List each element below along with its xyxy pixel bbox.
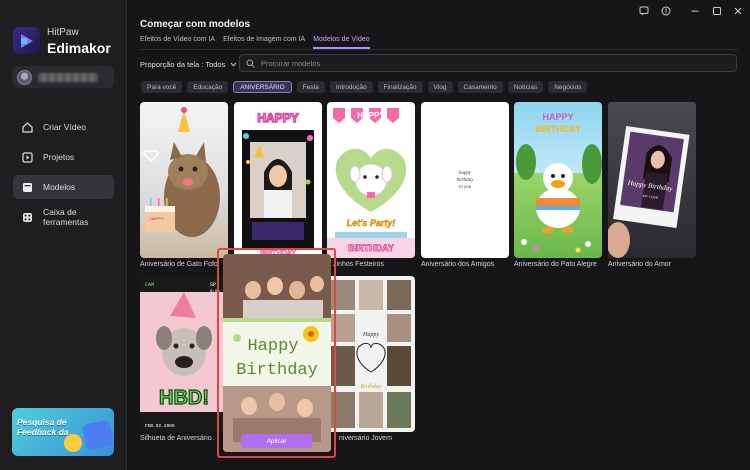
tab-ai-video-effects[interactable]: Efeitos de Vídeo com IA — [140, 36, 215, 49]
toolbox-icon — [22, 212, 33, 223]
template-card-silhouette[interactable]: CAM SP 0:00 HBD! FEB.02.2008 — [140, 276, 228, 432]
tab-ai-image-effects[interactable]: Efeitos de Imagem com IA — [223, 36, 305, 49]
chip-vlog[interactable]: Vlog — [427, 81, 453, 93]
sidebar-item-label: Modelos — [43, 182, 76, 192]
card-top-text: HAPPY — [542, 112, 573, 122]
card-top-text: HAPPY — [357, 111, 385, 120]
card-script-2: Birthday — [361, 384, 382, 390]
sidebar-item-templates[interactable]: Modelos — [13, 175, 114, 199]
card-script-3: to you — [459, 185, 472, 190]
avatar — [17, 69, 32, 85]
card-date: FEB.02.2008 — [145, 423, 175, 429]
template-caption: Aniversário do Amor — [608, 261, 672, 268]
category-chips: Para você Educação ANIVERSÁRIO Festa Int… — [141, 81, 592, 93]
chat-bubble-icon — [81, 419, 114, 451]
template-card-party[interactable]: HAPPY Let's Party! BIRTHDAY — [327, 102, 415, 258]
brand-large: Edimakor — [47, 40, 111, 56]
chip-wedding[interactable]: Casamento — [457, 81, 503, 93]
cat-thumbnail: HAPPY — [143, 107, 220, 237]
chip-birthday[interactable]: ANIVERSÁRIO — [233, 81, 292, 93]
sidebar-item-toolbox[interactable]: Caixa de ferramentas — [13, 205, 114, 229]
minimize-icon[interactable] — [689, 5, 701, 17]
search-icon — [246, 59, 255, 68]
sidebar-item-create-video[interactable]: Criar Vídeo — [13, 115, 114, 139]
card-hud-left: CAM — [145, 282, 154, 288]
template-card-happy-girl[interactable]: HAPPY BIRTHDAY — [234, 102, 322, 258]
happy-girl-thumbnail: HAPPY BIRTHDAY — [242, 110, 314, 257]
template-caption: zinhos Festeiros — [333, 261, 384, 268]
projects-icon — [22, 151, 33, 163]
silhouette-thumbnail: CAM SP 0:00 HBD! FEB.02.2008 — [140, 282, 228, 429]
page-title: Começar com modelos — [140, 19, 251, 30]
brand-small: HitPaw — [47, 27, 79, 38]
tab-video-templates[interactable]: Modelos de Vídeo — [313, 36, 370, 49]
card-hbd-text: HBD! — [159, 387, 209, 409]
sidebar-item-label: Criar Vídeo — [43, 122, 86, 132]
create-video-icon — [22, 121, 33, 133]
card-script-1: Happy — [362, 332, 379, 338]
card-party-text: Let's Party! — [347, 218, 396, 228]
feedback-survey-banner[interactable]: Pesquisa de Feedback da — [12, 408, 114, 456]
user-account[interactable] — [12, 66, 114, 88]
template-card-happy-duck[interactable]: HAPPY BIRTHDAY — [514, 102, 602, 258]
template-tabs: Efeitos de Vídeo com IA Efeitos de Image… — [140, 36, 378, 49]
tab-divider — [140, 49, 738, 50]
card-hud-right: SP — [210, 282, 216, 288]
card-top-text: HAPPY — [257, 111, 298, 125]
chip-for-you[interactable]: Para você — [141, 81, 183, 93]
love-thumbnail: Happy Birthday MY LOVE — [608, 125, 690, 258]
template-caption: niversário Jovem — [339, 435, 392, 442]
card-bottom-text: BIRTHDAY — [535, 124, 581, 134]
template-card-friends[interactable]: happy birthday to you — [421, 102, 509, 258]
template-card-love[interactable]: Happy Birthday MY LOVE — [608, 102, 696, 258]
card-script-2: birthday — [457, 178, 475, 183]
feedback-message-icon[interactable] — [638, 5, 650, 17]
template-caption: Aniversário de Gato Fofo — [140, 261, 218, 268]
edimakor-logo — [13, 27, 40, 54]
chevron-down-icon — [231, 62, 237, 67]
emoji-icon — [64, 434, 82, 452]
svg-text:HAPPY: HAPPY — [150, 216, 164, 221]
template-card-cute-cat[interactable]: HAPPY — [140, 102, 228, 258]
chip-intro[interactable]: Introdução — [329, 81, 373, 93]
info-icon[interactable] — [660, 5, 672, 17]
card-script-1: happy — [459, 171, 472, 176]
chip-business[interactable]: Negócios — [548, 81, 588, 93]
close-icon[interactable] — [732, 5, 744, 17]
app-window: HitPaw Edimakor Criar Vídeo Projetos Mod… — [0, 0, 750, 470]
search-placeholder: Procurar modelos — [261, 58, 321, 68]
maximize-icon[interactable] — [711, 5, 723, 17]
chip-news[interactable]: Notícias — [507, 81, 544, 93]
sidebar-item-projects[interactable]: Projetos — [13, 145, 114, 169]
search-input[interactable]: Procurar modelos — [239, 54, 737, 72]
aspect-ratio-dropdown[interactable]: Proporção da tela : Todos — [140, 60, 237, 69]
aspect-ratio-label: Proporção da tela : Todos — [140, 60, 226, 69]
template-caption: Aniversário do Pato Alegre — [514, 261, 597, 268]
chip-ending[interactable]: Finalização — [377, 81, 423, 93]
chip-education[interactable]: Educação — [187, 81, 229, 93]
blurred-username — [38, 72, 98, 82]
card-bottom-text: BIRTHDAY — [348, 243, 394, 253]
party-thumbnail: HAPPY Let's Party! BIRTHDAY — [327, 108, 415, 258]
sidebar-item-label: Caixa de ferramentas — [43, 207, 89, 227]
selected-template-highlight — [217, 248, 336, 458]
template-card-young[interactable]: Happy Birthday — [327, 276, 415, 432]
apply-button[interactable]: Aplicar — [241, 434, 312, 448]
chip-party[interactable]: Festa — [296, 81, 325, 93]
friends-thumbnail: happy birthday to you — [457, 171, 475, 190]
templates-icon — [22, 182, 33, 193]
young-thumbnail: Happy Birthday — [331, 280, 411, 428]
template-caption: Aniversário dos Amigos — [421, 261, 495, 268]
duck-thumbnail: HAPPY BIRTHDAY — [516, 112, 602, 253]
sidebar: HitPaw Edimakor Criar Vídeo Projetos Mod… — [0, 0, 127, 470]
template-caption: Silhueta de Aniversário — [140, 435, 212, 442]
sidebar-item-label: Projetos — [43, 152, 75, 162]
